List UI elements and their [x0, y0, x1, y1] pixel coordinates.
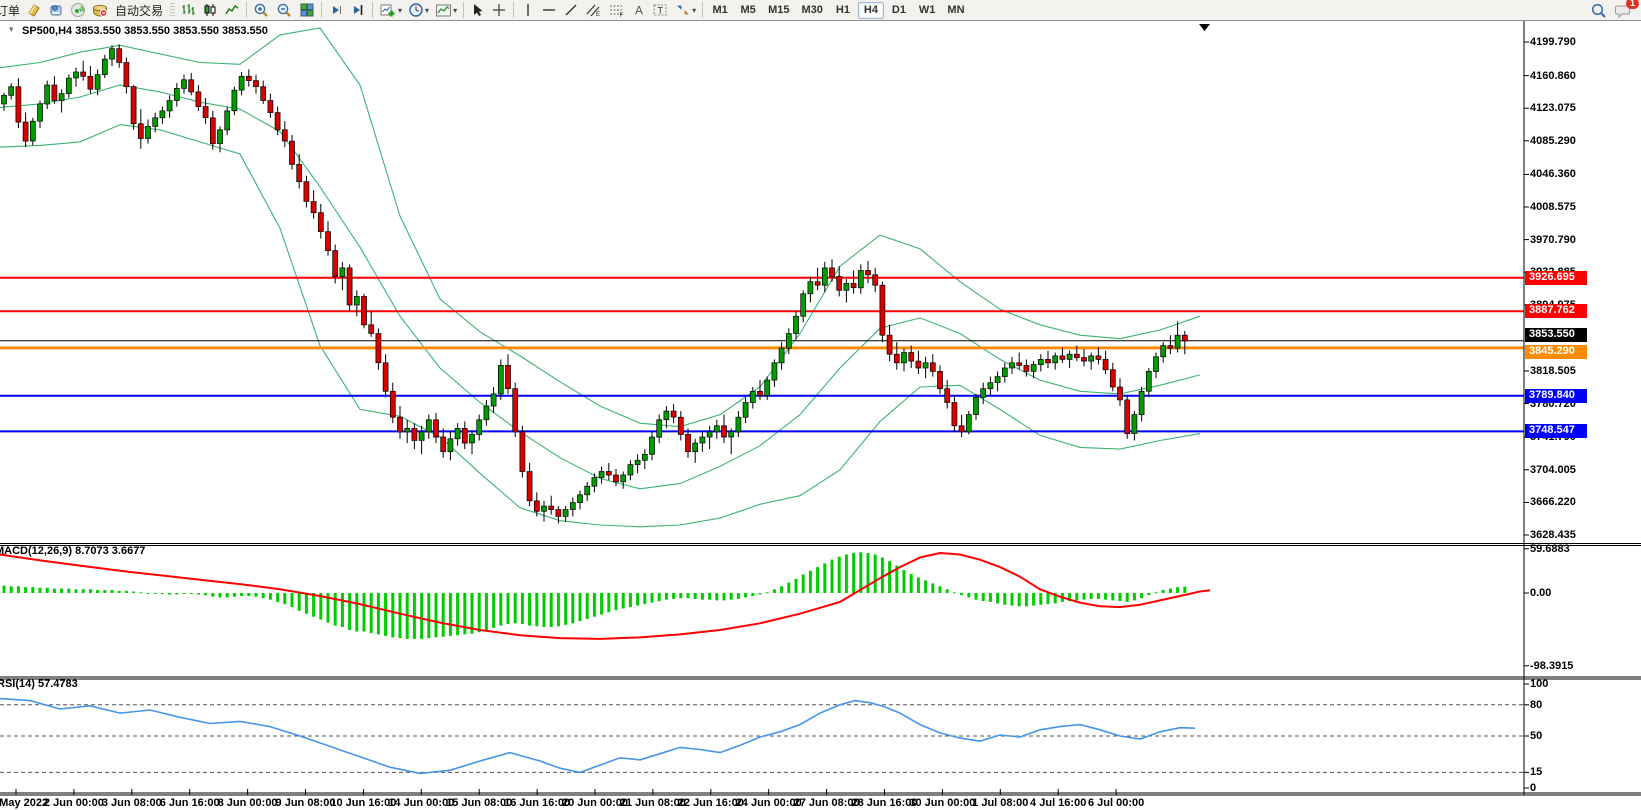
time-axis-label: 6 Jul 00:00: [1088, 797, 1144, 809]
time-axis-label: 8 Jun 00:00: [218, 797, 278, 809]
rsi-indicator-label: RSI(14) 57.4783: [0, 678, 78, 690]
rsi-axis-label: 80: [1530, 699, 1542, 711]
price-chart-canvas[interactable]: [0, 0, 1641, 810]
time-axis-label: 14 Jun 00:00: [388, 797, 454, 809]
rsi-axis-label: 100: [1530, 678, 1548, 690]
rsi-axis-label: 0: [1530, 782, 1536, 794]
time-axis-label: 4 Jul 16:00: [1030, 797, 1086, 809]
time-axis-label: 31 May 2022: [0, 797, 48, 809]
time-axis-label: 28 Jun 16:00: [851, 797, 917, 809]
time-axis-label: 10 Jun 16:00: [330, 797, 396, 809]
time-axis-label: 3 Jun 08:00: [102, 797, 162, 809]
time-axis-label: 9 Jun 08:00: [276, 797, 336, 809]
time-axis-label: 24 Jun 00:00: [736, 797, 802, 809]
price-axis-label: 3970.790: [1530, 234, 1576, 246]
price-level-badge[interactable]: 3926.695: [1525, 271, 1587, 285]
price-axis-label: 4008.575: [1530, 201, 1576, 213]
price-axis-label: 4123.075: [1530, 102, 1576, 114]
rsi-axis-label: 15: [1530, 766, 1542, 778]
price-level-badge[interactable]: 3845.290: [1525, 345, 1587, 359]
price-axis-label: 3704.005: [1530, 464, 1576, 476]
symbol-ohlc-header: SP500,H4 3853.550 3853.550 3853.550 3853…: [22, 25, 268, 37]
price-axis-label: 4160.860: [1530, 70, 1576, 82]
price-level-badge[interactable]: 3789.840: [1525, 389, 1587, 403]
macd-indicator-label: MACD(12,26,9) 8.7073 3.6677: [0, 545, 145, 557]
price-level-badge[interactable]: 3748.547: [1525, 424, 1587, 438]
time-axis-label: 27 Jun 08:00: [794, 797, 860, 809]
time-axis-label: 22 Jun 16:00: [678, 797, 744, 809]
time-axis-label: 2 Jun 00:00: [44, 797, 104, 809]
time-axis-label: 16 Jun 16:00: [504, 797, 570, 809]
time-axis-label: 15 Jun 08:00: [446, 797, 512, 809]
time-axis-label: 21 Jun 08:00: [620, 797, 686, 809]
time-axis-label: 1 Jul 08:00: [972, 797, 1028, 809]
price-level-badge[interactable]: 3853.550: [1525, 328, 1587, 342]
price-axis-label: 3628.435: [1530, 529, 1576, 541]
time-axis-label: 20 Jun 00:00: [562, 797, 628, 809]
price-axis-label: 4085.290: [1530, 135, 1576, 147]
macd-axis-label: 59.6883: [1530, 543, 1570, 555]
price-axis-label: 4046.360: [1530, 168, 1576, 180]
trading-terminal-window: 订单 自动交易: [0, 0, 1641, 810]
time-axis-label: 30 Jun 00:00: [909, 797, 975, 809]
macd-axis-label: -98.3915: [1530, 660, 1573, 672]
time-axis-label: 6 Jun 16:00: [160, 797, 220, 809]
price-axis-label: 3666.220: [1530, 496, 1576, 508]
macd-axis-label: 0.00: [1530, 587, 1551, 599]
window-marker-icon: ▾: [9, 24, 14, 35]
price-axis-label: 3818.505: [1530, 365, 1576, 377]
price-level-badge[interactable]: 3887.762: [1525, 304, 1587, 318]
price-axis-label: 4199.790: [1530, 36, 1576, 48]
rsi-axis-label: 50: [1530, 730, 1542, 742]
